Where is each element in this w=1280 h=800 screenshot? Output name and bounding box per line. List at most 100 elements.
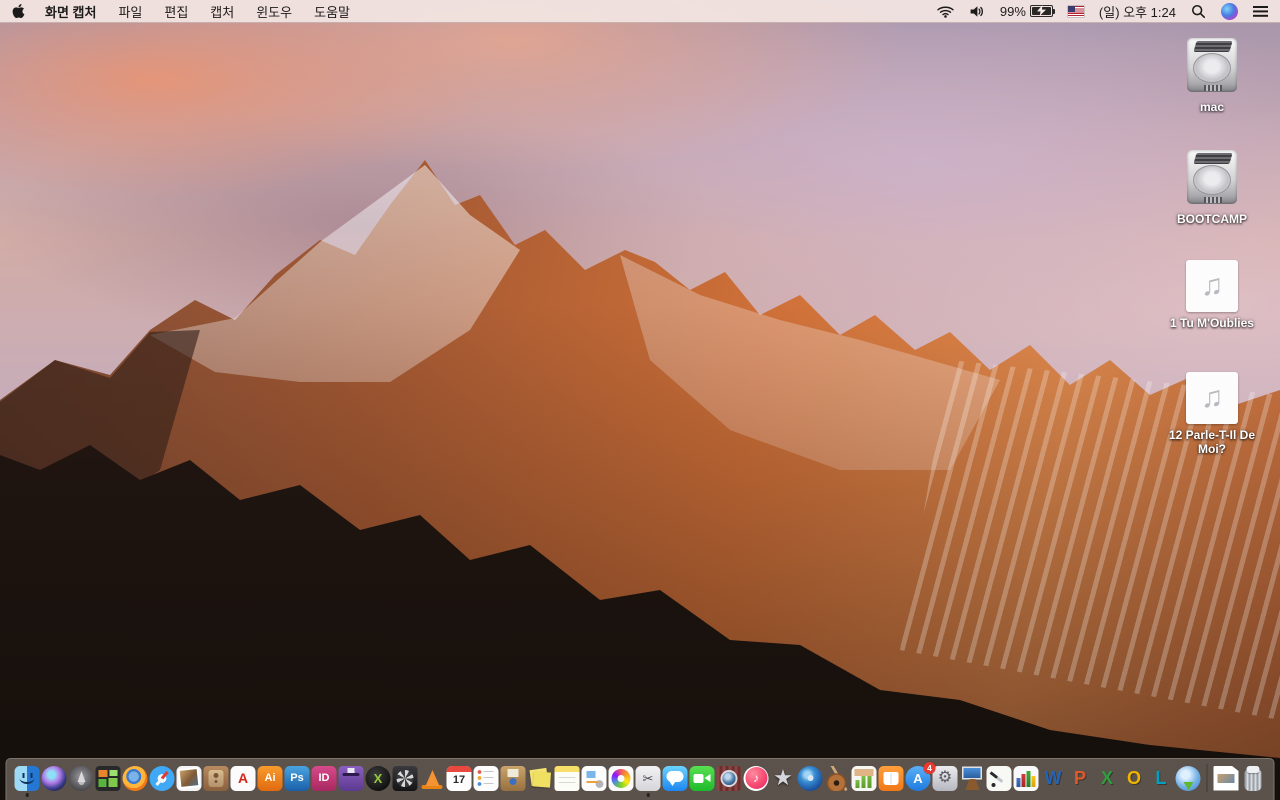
menu-bar-status: 99% (일) 오후 1:24: [937, 2, 1268, 21]
dock-item-stickies[interactable]: [528, 766, 553, 791]
dock-item-ms-office[interactable]: [1013, 765, 1039, 791]
dock-item-notes[interactable]: [554, 765, 580, 791]
dock-item-facetime[interactable]: [689, 765, 715, 791]
dock-item-reminders[interactable]: [473, 765, 499, 791]
toast-icon: [338, 765, 364, 791]
dock-item-divx[interactable]: X: [365, 765, 391, 791]
dock-item-launchpad[interactable]: [68, 765, 94, 791]
preview-icon: [176, 765, 202, 791]
desktop-icon-tu-m-oublies[interactable]: ♫ 1 Tu M'Oublies: [1166, 260, 1258, 330]
apple-menu[interactable]: [12, 3, 25, 19]
numbers09-icon: [851, 765, 877, 791]
dock-item-calendar[interactable]: 17: [446, 765, 472, 791]
pages09-icon: [986, 765, 1012, 791]
dock-item-toast[interactable]: [338, 765, 364, 791]
active-app-menu[interactable]: 화면 캡처: [45, 2, 96, 21]
wifi-icon[interactable]: [937, 5, 954, 18]
divx-icon: X: [365, 765, 391, 791]
battery-indicator[interactable]: 99%: [999, 3, 1055, 19]
siri-icon: [41, 765, 67, 791]
dock-item-photos[interactable]: [608, 765, 634, 791]
dock-item-textedit[interactable]: [581, 765, 607, 791]
dock-item-system-prefs[interactable]: ⚙: [932, 765, 958, 791]
stuffit-icon: [500, 765, 526, 791]
desktop-icon-bootcamp[interactable]: BOOTCAMP: [1166, 148, 1258, 226]
siri-icon[interactable]: [1221, 2, 1238, 20]
dock-item-ibooks[interactable]: [878, 765, 904, 791]
dock-item-word[interactable]: W: [1041, 766, 1066, 791]
menu-item-1[interactable]: 편집: [164, 2, 188, 21]
dock-item-black-drive[interactable]: [392, 765, 418, 791]
photos-icon: [608, 765, 634, 791]
volume-icon[interactable]: [969, 5, 985, 18]
document-icon: [1213, 765, 1239, 791]
mission-control-icon: [95, 765, 121, 791]
reminders-icon: [473, 765, 499, 791]
dock-item-numbers09[interactable]: [851, 765, 877, 791]
us-flag-icon[interactable]: [1067, 5, 1084, 17]
textedit-icon: [581, 765, 607, 791]
spotlight-search-icon[interactable]: [1191, 4, 1206, 19]
grab-icon: ✂: [635, 765, 661, 791]
dock-item-vlc[interactable]: [420, 766, 445, 791]
system-prefs-icon: ⚙: [932, 765, 958, 791]
dock-item-photo-booth[interactable]: [716, 765, 742, 791]
dock-item-grab[interactable]: ✂: [635, 765, 661, 797]
dock-item-outlook[interactable]: O: [1122, 766, 1147, 791]
dock-item-acrobat[interactable]: A: [230, 765, 256, 791]
battery-charging-icon: [1029, 5, 1055, 17]
contacts-icon: [203, 765, 229, 791]
dock-item-doc-connection[interactable]: [1175, 765, 1201, 791]
running-indicator: [25, 793, 29, 797]
launchpad-icon: [68, 765, 94, 791]
dock-item-illustrator[interactable]: Ai: [257, 765, 283, 791]
notification-badge: 4: [923, 761, 936, 774]
desktop-icon-label: 1 Tu M'Oublies: [1170, 316, 1254, 330]
dock-item-contacts[interactable]: [203, 765, 229, 791]
idvd-icon: [797, 765, 823, 791]
dock-item-finder[interactable]: [14, 765, 40, 797]
menu-item-2[interactable]: 캡처: [210, 2, 234, 21]
dock-item-document[interactable]: [1213, 765, 1239, 791]
audio-file-icon: ♫: [1186, 372, 1238, 424]
notification-center-icon[interactable]: [1253, 5, 1268, 17]
ibooks-icon: [878, 765, 904, 791]
dock-item-firefox[interactable]: [122, 765, 148, 791]
doc-connection-icon: [1175, 765, 1201, 791]
dock-item-safari[interactable]: [149, 765, 175, 791]
dock-item-siri[interactable]: [41, 765, 67, 791]
dock-item-lync[interactable]: L: [1149, 766, 1174, 791]
dock-item-messages[interactable]: [662, 765, 688, 791]
safari-icon: [149, 765, 175, 791]
battery-percent: 99%: [999, 3, 1026, 19]
apple-logo-icon: [12, 4, 25, 18]
dock-item-itunes[interactable]: ♪: [743, 765, 769, 791]
dock-item-powerpoint[interactable]: P: [1068, 766, 1093, 791]
hard-drive-icon: [1184, 148, 1240, 208]
dock-item-imovie[interactable]: ★: [771, 766, 796, 791]
dock-item-photoshop[interactable]: Ps: [284, 765, 310, 791]
desktop-icon-parle-t-il-de-moi[interactable]: ♫ 12 Parle-T-Il De Moi?: [1166, 372, 1258, 457]
dock-item-excel[interactable]: X: [1095, 766, 1120, 791]
dock-item-keynote09[interactable]: [960, 766, 985, 791]
menu-bar-clock[interactable]: (일) 오후 1:24: [1099, 2, 1176, 21]
menu-item-0[interactable]: 파일: [118, 2, 142, 21]
macos-desktop: 화면 캡처 파일 편집 캡처 윈도우 도움말 99% (일) 오후 1:24 m…: [0, 0, 1280, 800]
dock-item-preview[interactable]: [176, 765, 202, 791]
dock-item-idvd[interactable]: [797, 765, 823, 791]
dock-item-indesign[interactable]: ID: [311, 765, 337, 791]
trash-icon: [1241, 765, 1266, 791]
garageband-icon: [824, 765, 850, 791]
desktop-icon-mac[interactable]: mac: [1166, 36, 1258, 114]
menu-bar: 화면 캡처 파일 편집 캡처 윈도우 도움말 99% (일) 오후 1:24: [0, 0, 1280, 23]
dock-item-app-store[interactable]: A4: [905, 761, 936, 791]
menu-item-3[interactable]: 윈도우: [256, 2, 292, 21]
acrobat-icon: A: [230, 765, 256, 791]
dock-item-pages09[interactable]: [986, 765, 1012, 791]
ms-office-icon: [1013, 765, 1039, 791]
dock-item-stuffit[interactable]: [500, 765, 526, 791]
dock-item-mission-control[interactable]: [95, 765, 121, 791]
dock-item-garageband[interactable]: [824, 765, 850, 791]
dock-item-trash[interactable]: [1241, 765, 1266, 791]
menu-item-4[interactable]: 도움말: [314, 2, 350, 21]
